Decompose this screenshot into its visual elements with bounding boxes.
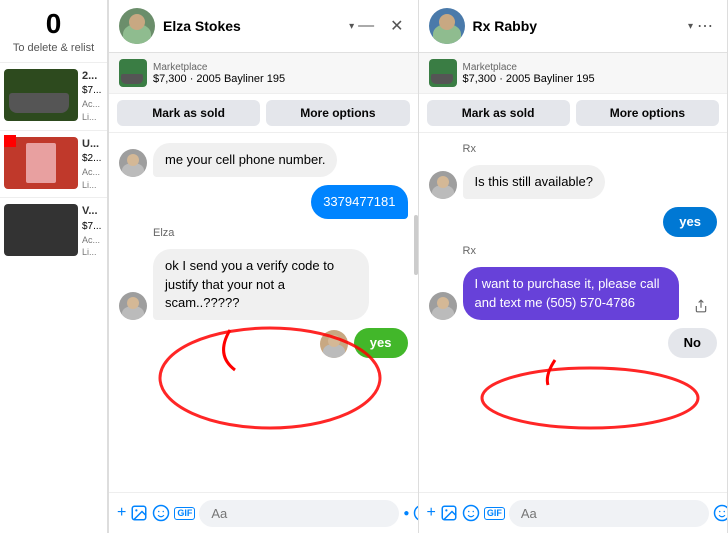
chat-area: Elza Stokes ▾ — ✕ Marketplace $7,300 · 2… (108, 0, 728, 533)
table-row: ok I send you a verify code to justify t… (119, 249, 408, 320)
left-user-avatar (119, 8, 155, 44)
listing-title: 2... (82, 69, 101, 84)
message-bubble-no: No (668, 328, 717, 358)
left-listing-source: Marketplace (153, 62, 285, 73)
left-input-bar: + GIF ● 👍 (109, 492, 418, 533)
left-listing-text: Marketplace $7,300 · 2005 Bayliner 195 (153, 62, 285, 85)
listing-item-pink[interactable]: U... $2... Ac... Li... (0, 130, 107, 198)
left-messages-area[interactable]: me your cell phone number. 3379477181 El… (109, 133, 418, 492)
right-gif-label: GIF (484, 507, 505, 520)
listing-count: 0 (8, 8, 99, 40)
listing-info: 2... $7... Ac... Li... (82, 69, 101, 124)
right-input-bar: + GIF ••• (419, 492, 728, 533)
right-listing-text: Marketplace $7,300 · 2005 Bayliner 195 (463, 62, 595, 85)
right-listing-thumbnail (429, 59, 457, 87)
left-header-actions: — ✕ (354, 14, 407, 38)
table-row: yes (429, 207, 718, 237)
message-bubble-yes: yes (354, 328, 408, 358)
left-sidebar: 0 To delete & relist 2... $7... Ac... Li… (0, 0, 108, 533)
table-row: yes (119, 328, 408, 358)
listing-title-2: U... (82, 137, 101, 152)
listing-detail: Ac... (82, 98, 101, 111)
delete-relist-label: To delete & relist (8, 42, 99, 54)
right-header-actions: ⋯ (693, 14, 717, 38)
message-bubble-purchase: I want to purchase it, please call and t… (463, 267, 679, 319)
left-chat-panel: Elza Stokes ▾ — ✕ Marketplace $7,300 · 2… (108, 0, 418, 533)
left-sender-avatar-1 (119, 149, 147, 177)
message-bubble-yes-right: yes (663, 207, 717, 237)
listing-thumbnail-boat (4, 69, 78, 121)
listing-price-3: $7... (82, 220, 101, 234)
sender-label-elza: Elza (153, 227, 408, 239)
left-add-button[interactable]: + (117, 499, 126, 527)
listing-status-3: Li... (82, 246, 101, 259)
share-icon-button[interactable] (687, 292, 715, 320)
listing-detail-2: Ac... (82, 166, 101, 179)
listing-thumbnail-dark (4, 204, 78, 256)
right-listing-bar: Marketplace $7,300 · 2005 Bayliner 195 (419, 53, 728, 94)
right-more-options-button[interactable]: More options (576, 100, 719, 126)
listing-info-2: U... $2... Ac... Li... (82, 137, 101, 192)
left-listing-thumbnail (119, 59, 147, 87)
left-dot-button[interactable]: ● (403, 499, 409, 527)
right-chat-panel: Rx Rabby ▾ ⋯ Marketplace $7,300 · 2005 B… (418, 0, 728, 533)
listing-item-boat[interactable]: 2... $7... Ac... Li... (0, 62, 107, 130)
right-message-input[interactable] (509, 500, 709, 527)
right-emoji-button[interactable] (713, 499, 728, 527)
left-sticker-button[interactable] (152, 499, 170, 527)
listing-title-3: V... (82, 204, 101, 219)
notification-badge (4, 135, 16, 147)
right-messages-area[interactable]: Rx Is this still available? yes Rx I wan… (419, 133, 728, 492)
right-listing-source: Marketplace (463, 62, 595, 73)
right-mark-sold-button[interactable]: Mark as sold (427, 100, 570, 126)
listing-status-2: Li... (82, 179, 101, 192)
left-sender-avatar-3 (320, 330, 348, 358)
table-row: 3379477181 (119, 185, 408, 219)
left-action-bar: Mark as sold More options (109, 94, 418, 133)
right-image-button[interactable] (440, 499, 458, 527)
table-row: I want to purchase it, please call and t… (429, 267, 718, 319)
left-sender-avatar-2 (119, 292, 147, 320)
right-listing-desc: $7,300 · 2005 Bayliner 195 (463, 73, 595, 85)
left-mark-sold-button[interactable]: Mark as sold (117, 100, 260, 126)
listing-detail-3: Ac... (82, 234, 101, 247)
listing-price: $7... (82, 84, 101, 98)
message-bubble-available: Is this still available? (463, 165, 606, 199)
listing-status: Li... (82, 111, 101, 124)
right-sticker-button[interactable] (462, 499, 480, 527)
listing-info-3: V... $7... Ac... Li... (82, 204, 101, 259)
sidebar-top: 0 To delete & relist (0, 0, 107, 62)
right-gif-button[interactable]: GIF (484, 499, 505, 527)
right-action-bar: Mark as sold More options (419, 94, 728, 133)
sender-label-rx: Rx (463, 143, 718, 155)
left-user-name: Elza Stokes (163, 18, 347, 34)
right-sender-avatar-1 (429, 171, 457, 199)
right-chat-header: Rx Rabby ▾ ⋯ (419, 0, 728, 53)
gif-label: GIF (174, 507, 195, 520)
message-bubble-sent: 3379477181 (311, 185, 407, 219)
right-more-button[interactable]: ⋯ (693, 14, 717, 38)
right-user-avatar (429, 8, 465, 44)
left-close-button[interactable]: ✕ (386, 14, 407, 38)
listing-item-dark[interactable]: V... $7... Ac... Li... (0, 197, 107, 265)
left-more-options-button[interactable]: More options (266, 100, 409, 126)
right-add-button[interactable]: + (427, 499, 436, 527)
left-message-input[interactable] (199, 500, 399, 527)
table-row: Is this still available? (429, 165, 718, 199)
left-chat-header: Elza Stokes ▾ — ✕ (109, 0, 418, 53)
message-bubble: me your cell phone number. (153, 143, 337, 177)
table-row: No (429, 328, 718, 358)
table-row: me your cell phone number. (119, 143, 408, 177)
sender-label-rx-2: Rx (463, 245, 718, 257)
left-listing-desc: $7,300 · 2005 Bayliner 195 (153, 73, 285, 85)
left-gif-button[interactable]: GIF (174, 499, 195, 527)
left-listing-bar: Marketplace $7,300 · 2005 Bayliner 195 (109, 53, 418, 94)
right-user-name: Rx Rabby (473, 18, 686, 34)
listing-price-2: $2... (82, 152, 101, 166)
message-bubble-scam: ok I send you a verify code to justify t… (153, 249, 369, 320)
right-sender-avatar-2 (429, 292, 457, 320)
left-minimize-button[interactable]: — (354, 15, 378, 37)
left-image-button[interactable] (130, 499, 148, 527)
